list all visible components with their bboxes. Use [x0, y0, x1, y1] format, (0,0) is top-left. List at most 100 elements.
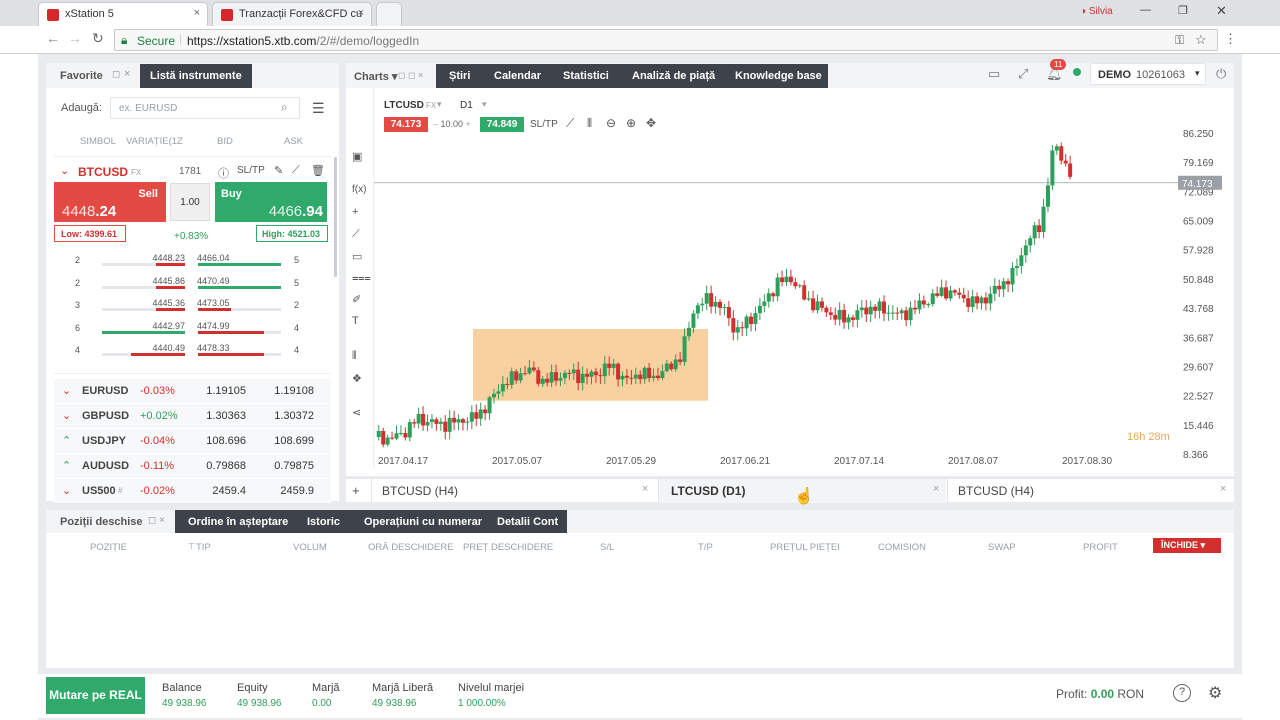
positions-column-header[interactable]: TIP: [196, 542, 211, 553]
candle-body: [926, 304, 931, 306]
candle-body: [545, 378, 550, 383]
tab-knowledge-base[interactable]: Knowledge base: [735, 70, 822, 82]
chevron-up-icon[interactable]: ⌃: [62, 434, 71, 447]
candle-body: [806, 298, 811, 300]
chevron-up-icon[interactable]: ⌃: [62, 459, 71, 472]
filter-icon[interactable]: ⊤: [188, 542, 195, 551]
instrument-row[interactable]: ⌄ GBPUSD +0.02% 1.30363 1.30372: [54, 404, 331, 428]
bookmark-star-icon[interactable]: ☆: [1195, 32, 1207, 48]
close-all-button[interactable]: ÎNCHIDE ▾: [1153, 538, 1221, 553]
move-to-real-button[interactable]: Mutare pe REAL: [46, 677, 145, 714]
tab-news[interactable]: Știri: [449, 70, 470, 82]
tab-account-details[interactable]: Detalii Cont: [497, 516, 558, 528]
col-bid[interactable]: BID: [217, 136, 233, 147]
settings-gear-icon[interactable]: ⚙: [1208, 683, 1222, 703]
add-chart-icon[interactable]: +: [352, 483, 360, 498]
positions-column-header[interactable]: S/L: [600, 542, 614, 553]
close-chart-tab-icon[interactable]: ×: [642, 483, 648, 495]
close-panel-icon[interactable]: ×: [124, 68, 130, 80]
collapse-chevron-icon[interactable]: ⌄: [60, 164, 69, 177]
candle-body: [833, 314, 838, 320]
sltp-button[interactable]: SL/TP: [237, 165, 265, 176]
browser-tab-xstation[interactable]: xStation 5 ×: [38, 2, 208, 26]
symbol-search-input[interactable]: ex. EURUSD ⌕: [110, 97, 300, 119]
delete-icon[interactable]: 🗑︎: [311, 164, 325, 177]
tab-market-analysis[interactable]: Analiză de piață: [632, 70, 715, 82]
chevron-down-icon[interactable]: ⌄: [62, 384, 71, 397]
logout-icon[interactable]: ⏻: [1216, 66, 1226, 82]
tab-statistics[interactable]: Statistici: [563, 70, 609, 82]
profile-badge[interactable]: ◑ Silvia: [1080, 6, 1113, 17]
main-symbol[interactable]: BTCUSD: [78, 165, 128, 179]
positions-column-header[interactable]: COMISION: [878, 542, 926, 553]
quantity-field[interactable]: 1.00: [170, 183, 210, 221]
chevron-down-icon: ▾: [1195, 68, 1200, 78]
sell-button[interactable]: Sell 4448.24: [54, 182, 166, 222]
positions-column-header[interactable]: VOLUM: [293, 542, 327, 553]
tab-calendar[interactable]: Calendar: [494, 70, 541, 82]
col-change[interactable]: VARIAȚIE(1Z: [126, 136, 183, 147]
col-ask[interactable]: ASK: [284, 136, 303, 147]
edit-icon[interactable]: ✎: [274, 164, 283, 177]
forward-icon[interactable]: →: [68, 30, 82, 46]
restore-window-icon[interactable]: ❐: [1178, 4, 1188, 17]
layout-icon[interactable]: ▭: [988, 66, 1000, 82]
positions-column-header[interactable]: PREȚUL PIEȚEI: [770, 542, 840, 553]
fullscreen-icon[interactable]: ⤢: [1018, 66, 1028, 82]
instrument-row[interactable]: ⌄ EURUSD -0.03% 1.19105 1.19108: [54, 379, 331, 403]
browser-menu-icon[interactable]: ⋮: [1224, 31, 1237, 47]
close-window-icon[interactable]: ✕: [1216, 3, 1227, 19]
charts-tab-controls[interactable]: ◻ ◻ ×: [398, 70, 423, 81]
panel-controls[interactable]: ◻ ×: [148, 515, 165, 526]
tab-charts[interactable]: Charts ▾: [354, 70, 397, 83]
positions-column-header[interactable]: SWAP: [988, 542, 1016, 553]
chart-tab-3[interactable]: BTCUSD (H4) ×: [947, 479, 1234, 503]
candle-body: [775, 277, 780, 297]
scrollbar[interactable]: [334, 157, 337, 277]
tab-instrument-list[interactable]: Listă instrumente: [140, 64, 252, 88]
candle-body: [425, 421, 430, 426]
tab-history[interactable]: Istoric: [307, 516, 340, 528]
positions-column-header[interactable]: ORĂ DESCHIDERE: [368, 542, 454, 553]
instrument-row[interactable]: ⌃ USDJPY -0.04% 108.696 108.699: [54, 429, 331, 453]
new-tab-button[interactable]: [376, 2, 402, 26]
close-chart-tab-icon[interactable]: ×: [933, 483, 939, 495]
detach-icon[interactable]: ◻: [112, 69, 120, 80]
list-view-icon[interactable]: ☰: [312, 100, 325, 117]
metric-value: 49 938.96: [372, 698, 417, 709]
candle-body: [1028, 238, 1033, 246]
help-icon[interactable]: ?: [1173, 684, 1191, 702]
price-chart[interactable]: 86.25079.16972.08965.00957.92850.84843.7…: [346, 88, 1234, 476]
reload-icon[interactable]: ↻: [92, 30, 104, 47]
close-tab-icon[interactable]: ×: [358, 7, 364, 19]
tab-open-positions[interactable]: Poziții deschise: [60, 516, 143, 528]
chart-icon[interactable]: ⟋: [292, 164, 300, 177]
account-selector[interactable]: DEMO 10261063 ▾: [1090, 63, 1206, 85]
positions-column-header[interactable]: T/P: [698, 542, 713, 553]
back-icon[interactable]: ←: [46, 30, 60, 46]
instrument-row[interactable]: ⌃ AUDUSD -0.11% 0.79868 0.79875: [54, 454, 331, 478]
url-field[interactable]: 🔒︎ Secure | https://xstation5.xtb.com/2/…: [114, 29, 1218, 51]
minimize-window-icon[interactable]: —: [1140, 4, 1151, 16]
positions-column-header[interactable]: PROFIT: [1083, 542, 1118, 553]
candle-body: [726, 307, 731, 319]
positions-column-header[interactable]: POZIȚIE: [90, 542, 127, 553]
chevron-down-icon[interactable]: ⌄: [62, 484, 71, 497]
url-text: https://xstation5.xtb.com/2/#/demo/logge…: [187, 34, 420, 48]
chevron-down-icon[interactable]: ⌄: [62, 409, 71, 422]
instrument-row[interactable]: ⌄ US500 # -0.02% 2459.4 2459.9: [54, 479, 331, 503]
col-symbol[interactable]: SIMBOL: [80, 136, 116, 147]
tab-favorite[interactable]: Favorite: [60, 70, 103, 82]
close-tab-icon[interactable]: ×: [194, 7, 200, 19]
browser-tab-forex[interactable]: Tranzacții Forex&CFD cu ×: [212, 2, 372, 26]
candle-body: [567, 372, 572, 374]
chart-tab-1[interactable]: BTCUSD (H4) ×: [371, 479, 657, 503]
tab-pending-orders[interactable]: Ordine în așteptare: [188, 516, 288, 528]
positions-column-header[interactable]: PREȚ DESCHIDERE: [463, 542, 553, 553]
tab-cash-operations[interactable]: Operațiuni cu numerar: [364, 516, 482, 528]
candle-body: [434, 419, 439, 424]
key-icon[interactable]: ⚿: [1175, 33, 1184, 48]
close-chart-tab-icon[interactable]: ×: [1220, 483, 1226, 495]
info-icon[interactable]: ⓘ: [218, 165, 229, 181]
buy-button[interactable]: Buy 4466.94: [215, 182, 327, 222]
